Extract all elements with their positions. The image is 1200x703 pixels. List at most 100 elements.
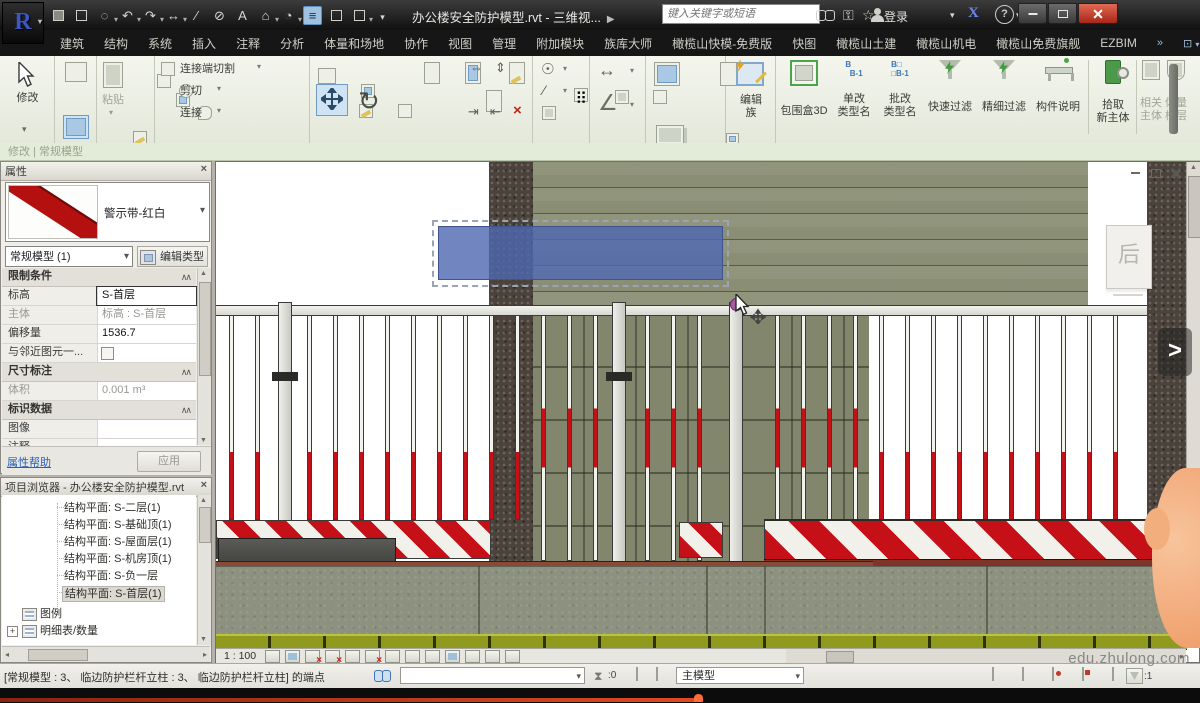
type-selector[interactable]: 警示带-红白 ▾ xyxy=(5,182,210,242)
tab-architecture[interactable]: 建筑 xyxy=(50,31,94,56)
selection-box-icon[interactable] xyxy=(654,62,680,86)
section-constraints[interactable]: 限制条件∧∧ xyxy=(2,268,196,287)
move-icon[interactable] xyxy=(316,84,348,116)
barrier-post[interactable] xyxy=(983,315,988,520)
barrier-post[interactable] xyxy=(879,315,884,520)
tree-item-legends[interactable]: 图例 xyxy=(40,607,62,621)
save-icon[interactable] xyxy=(73,7,90,24)
schedules-expand-icon[interactable]: + xyxy=(7,626,18,637)
active-only-icon[interactable] xyxy=(636,667,638,681)
copy-icon[interactable]: ⇕ xyxy=(495,60,506,76)
login-link[interactable]: 登录 xyxy=(884,8,908,25)
drawing-area[interactable]: 后 ▲ 1 : 100 xyxy=(215,161,1200,663)
unpin-icon[interactable]: ⇤ xyxy=(490,104,501,120)
search-icon[interactable] xyxy=(816,6,836,24)
cut-dropdown-icon[interactable]: ▾ xyxy=(217,84,221,93)
tree-item-plan-selected[interactable]: 结构平面: S-首层(1) xyxy=(62,586,165,602)
tab-overflow-icon[interactable]: » xyxy=(1147,33,1173,53)
tab-analyze[interactable]: 分析 xyxy=(270,31,314,56)
barrier-post[interactable] xyxy=(437,315,442,520)
barrier-post[interactable] xyxy=(905,315,910,520)
properties-scrollbar[interactable]: ▲▼ xyxy=(197,268,211,445)
component-note-button[interactable]: 构件说明 xyxy=(1032,60,1084,114)
tab-ezbim[interactable]: EZBIM xyxy=(1090,32,1147,54)
hide-dropdown-icon[interactable]: ▾ xyxy=(563,64,567,73)
barrier-post[interactable] xyxy=(229,315,234,520)
tab-insert[interactable]: 插入 xyxy=(182,31,226,56)
mirror-draw-icon[interactable] xyxy=(509,62,525,84)
select-pinned-icon[interactable] xyxy=(1082,667,1084,681)
barrier-post-major[interactable] xyxy=(612,302,626,562)
quick-filter-button[interactable]: 快速过滤 xyxy=(924,60,976,114)
barrier-post[interactable] xyxy=(411,315,416,520)
barrier-post[interactable] xyxy=(515,315,520,520)
switch-windows-icon[interactable]: ▾ xyxy=(351,7,368,24)
tab-glsm-jidian[interactable]: 橄榄山机电 xyxy=(906,31,986,56)
barrier-post[interactable] xyxy=(541,315,546,561)
tree-item-plan[interactable]: 结构平面: S-屋面层(1) xyxy=(64,535,172,549)
join-end-cut-dropdown-icon[interactable]: ▾ xyxy=(257,62,261,71)
align-icon[interactable] xyxy=(318,68,336,84)
help-icon[interactable]: ? xyxy=(995,5,1014,24)
close-hidden-windows-icon[interactable] xyxy=(328,7,345,24)
background-process-icon[interactable] xyxy=(992,667,994,681)
shadows-icon[interactable] xyxy=(325,650,340,663)
tab-family-master[interactable]: 族库大师 xyxy=(594,31,662,56)
displacement-icon[interactable] xyxy=(505,650,520,663)
barrier-post[interactable] xyxy=(931,315,936,520)
select-links-icon[interactable] xyxy=(1022,667,1024,681)
join-end-cut-icon[interactable] xyxy=(161,62,175,76)
tab-addins[interactable]: 附加模块 xyxy=(526,31,594,56)
modify-button[interactable]: 修改 xyxy=(0,92,55,105)
select-by-face-icon[interactable] xyxy=(1112,667,1114,681)
tree-item-plan[interactable]: 结构平面: S-机房顶(1) xyxy=(64,552,172,566)
pick-new-host-button[interactable]: 拾取新主体 xyxy=(1092,60,1134,125)
selection-filter-icon[interactable]: :1 xyxy=(1126,668,1152,684)
type-dropdown-icon[interactable]: ▾ xyxy=(200,205,205,216)
select-underlay-icon[interactable] xyxy=(1052,667,1054,681)
design-options-select[interactable]: 主模型▾ xyxy=(676,667,804,684)
moves-with-nearby-checkbox[interactable] xyxy=(101,347,114,360)
lightbulb-icon[interactable]: ☉ xyxy=(541,60,554,78)
section-identity[interactable]: 标识数据∧∧ xyxy=(2,401,196,420)
browser-hscrollbar[interactable]: ◂▸ xyxy=(2,646,210,662)
properties-header[interactable]: 属性× xyxy=(1,162,211,181)
warning-stripe-board-right[interactable] xyxy=(764,519,1169,561)
text-icon[interactable]: A xyxy=(234,7,251,24)
tab-systems[interactable]: 系统 xyxy=(138,31,182,56)
ribbon-slider-nub[interactable] xyxy=(1169,64,1178,134)
video-playhead[interactable] xyxy=(694,694,703,702)
family-category-icon[interactable] xyxy=(63,115,89,139)
edit-family-label[interactable]: 编辑族 xyxy=(726,94,776,120)
qat-customize-icon[interactable]: ▾ xyxy=(374,7,391,24)
override-graphics-icon[interactable]: ⁄ xyxy=(543,82,545,98)
rendering-dialog-icon[interactable] xyxy=(345,650,360,663)
warning-stripe-board-mid[interactable] xyxy=(679,522,723,558)
tab-massing-site[interactable]: 体量和场地 xyxy=(314,31,394,56)
barrier-post[interactable] xyxy=(333,315,338,520)
video-progress-bar[interactable] xyxy=(0,688,1200,703)
properties-close-icon[interactable]: × xyxy=(201,163,207,175)
measure-icon[interactable]: ↔▾ xyxy=(165,7,182,24)
open-icon[interactable] xyxy=(50,7,67,24)
barrier-post[interactable] xyxy=(489,315,494,520)
barrier-post[interactable] xyxy=(307,315,312,520)
tag-icon[interactable]: ⊘ xyxy=(211,7,228,24)
apply-button[interactable]: 应用 xyxy=(137,451,201,472)
section-icon[interactable]: ◔▾ xyxy=(280,7,297,24)
tab-annotate[interactable]: 注释 xyxy=(226,31,270,56)
reveal-hidden-icon[interactable] xyxy=(445,650,460,663)
properties-palette-icon[interactable] xyxy=(65,62,87,82)
rename-one-button[interactable]: B B-1单改类型名 xyxy=(832,60,876,119)
tab-collaborate[interactable]: 协作 xyxy=(394,31,438,56)
close-button[interactable] xyxy=(1078,3,1118,24)
bbox3d-button[interactable]: 包围盒3D xyxy=(778,60,830,118)
tree-item-schedules[interactable]: 明细表/数量 xyxy=(40,624,98,638)
paste-label[interactable]: 粘贴 xyxy=(97,94,129,107)
status-search-icon[interactable] xyxy=(374,669,394,683)
sync-icon[interactable]: ◌▾ xyxy=(96,7,113,24)
sun-path-icon[interactable] xyxy=(305,650,320,663)
barrier-post[interactable] xyxy=(1061,315,1066,520)
cut-geometry-label[interactable]: 剪切 xyxy=(180,85,202,98)
tab-glsm-tujian[interactable]: 橄榄山土建 xyxy=(826,31,906,56)
